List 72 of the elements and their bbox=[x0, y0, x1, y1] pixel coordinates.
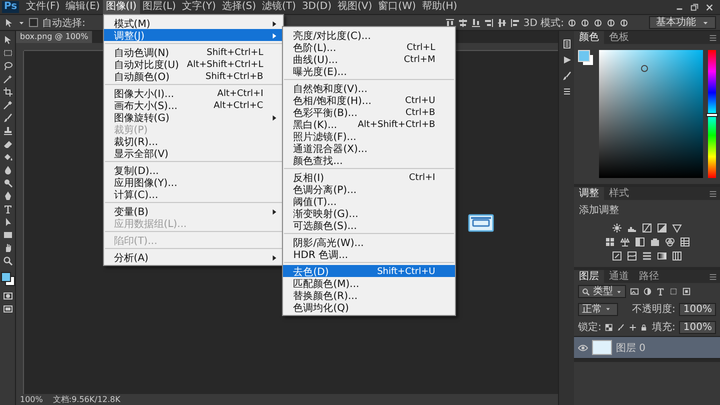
panel-tab[interactable]: 样式 bbox=[604, 187, 634, 200]
menu-item[interactable]: 亮度/对比度(C)... bbox=[283, 29, 456, 41]
menu-item[interactable]: 帮助(H) bbox=[418, 0, 460, 14]
menu-item[interactable]: 色阶(L)... Ctrl+L bbox=[283, 41, 456, 53]
panel-tab[interactable]: 通道 bbox=[604, 270, 634, 283]
panel-tab[interactable]: 颜色 bbox=[574, 31, 604, 44]
menu-item[interactable]: 3D(D) bbox=[298, 0, 335, 14]
menu-item[interactable]: 图像大小(I)... Alt+Ctrl+I bbox=[104, 87, 284, 99]
menu-item[interactable]: 阈值(T)... bbox=[283, 195, 456, 207]
menu-item[interactable]: 色调均化(Q) bbox=[283, 301, 456, 313]
menu-item[interactable]: 窗口(W) bbox=[375, 0, 419, 14]
fill-field[interactable]: 100% bbox=[679, 320, 716, 334]
panel-tab[interactable]: 图层 bbox=[574, 270, 604, 283]
menu-item[interactable]: 反相(I) Ctrl+I bbox=[283, 171, 456, 183]
menu-item[interactable]: HDR 色调... bbox=[283, 248, 456, 260]
menu-item[interactable]: 复制(D)... bbox=[104, 164, 284, 176]
menu-item[interactable]: 图层(L) bbox=[140, 0, 179, 14]
menu-item[interactable]: 裁切(R)... bbox=[104, 135, 284, 147]
menu-item[interactable]: 调整(J) bbox=[104, 29, 284, 41]
menu-item[interactable]: 图像(I) bbox=[102, 0, 140, 14]
menu-item[interactable]: 可选颜色(S)... bbox=[283, 219, 456, 231]
panel-tab[interactable]: 色板 bbox=[604, 31, 634, 44]
menu-item[interactable]: 黑白(K)... Alt+Shift+Ctrl+B bbox=[283, 118, 456, 130]
blend-mode-dropdown[interactable]: 正常 bbox=[578, 302, 618, 316]
menu-item[interactable]: 色相/饱和度(H)... Ctrl+U bbox=[283, 94, 456, 106]
menu-item[interactable]: 匹配颜色(M)... bbox=[283, 277, 456, 289]
mode-label: 3D 模式: bbox=[523, 16, 564, 30]
menu-item[interactable]: 颜色查找... bbox=[283, 154, 456, 166]
menu-item[interactable]: 去色(D) Shift+Ctrl+U bbox=[283, 265, 456, 277]
menu-item[interactable]: 显示全部(V) bbox=[104, 147, 284, 159]
menu-item[interactable]: 自动对比度(U) Alt+Shift+Ctrl+L bbox=[104, 58, 284, 70]
app-logo: Ps bbox=[2, 1, 20, 13]
workspace-dropdown[interactable]: 基本功能 bbox=[649, 16, 716, 29]
menu-item[interactable]: 视图(V) bbox=[334, 0, 376, 14]
panel-tab[interactable]: 路径 bbox=[634, 270, 664, 283]
zoom-level: 100% bbox=[20, 395, 43, 404]
menu-item[interactable]: 模式(M) bbox=[104, 17, 284, 29]
lock-label: 锁定: bbox=[578, 320, 602, 334]
menu-item[interactable]: 曝光度(E)... bbox=[283, 65, 456, 77]
menu-item[interactable]: 自然饱和度(V)... bbox=[283, 82, 456, 94]
filter-dropdown[interactable]: 类型 bbox=[578, 285, 626, 298]
document-info: 文档:9.56K/12.8K bbox=[52, 394, 120, 405]
menu-item[interactable]: 图像旋转(G) bbox=[104, 111, 284, 123]
layer-name: 图层 0 bbox=[616, 342, 646, 354]
menu-item[interactable]: 滤镜(T) bbox=[259, 0, 299, 14]
auto-select-label: 自动选择: bbox=[42, 16, 86, 30]
menu-item[interactable]: 编辑(E) bbox=[62, 0, 103, 14]
opacity-label: 不透明度: bbox=[632, 302, 676, 316]
menu-item[interactable]: 替换颜色(R)... bbox=[283, 289, 456, 301]
menu-item[interactable]: 文件(F) bbox=[23, 0, 63, 14]
menu-item[interactable]: 色彩平衡(B)... Ctrl+B bbox=[283, 106, 456, 118]
menu-item[interactable]: 分析(A) bbox=[104, 251, 284, 263]
menu-item[interactable]: 计算(C)... bbox=[104, 188, 284, 200]
menu-item[interactable]: 选择(S) bbox=[218, 0, 260, 14]
opacity-field[interactable]: 100% bbox=[679, 302, 716, 316]
menu-item[interactable]: 照片滤镜(F)... bbox=[283, 130, 456, 142]
menu-item[interactable]: 自动色调(N) Shift+Ctrl+L bbox=[104, 46, 284, 58]
menu-item[interactable]: 渐变映射(G)... bbox=[283, 207, 456, 219]
menu-item[interactable]: 通道混合器(X)... bbox=[283, 142, 456, 154]
menu-item[interactable]: 文字(Y) bbox=[178, 0, 219, 14]
menu-item[interactable]: 曲线(U)... Ctrl+M bbox=[283, 53, 456, 65]
menu-item[interactable]: 应用图像(Y)... bbox=[104, 176, 284, 188]
menu-item[interactable]: 画布大小(S)... Alt+Ctrl+C bbox=[104, 99, 284, 111]
fill-label: 填充: bbox=[652, 320, 676, 334]
menu-item[interactable]: 变量(B) bbox=[104, 205, 284, 217]
layer-row[interactable]: 图层 0 bbox=[574, 336, 720, 359]
panel-tab[interactable]: 调整 bbox=[574, 187, 604, 200]
menu-item[interactable]: 色调分离(P)... bbox=[283, 183, 456, 195]
document-tab[interactable]: box.png @ 100% bbox=[16, 31, 92, 43]
panel-title: 添加调整 bbox=[578, 204, 620, 218]
menu-item[interactable]: 自动颜色(O) Shift+Ctrl+B bbox=[104, 70, 284, 82]
menu-item[interactable]: 阴影/高光(W)... bbox=[283, 236, 456, 248]
